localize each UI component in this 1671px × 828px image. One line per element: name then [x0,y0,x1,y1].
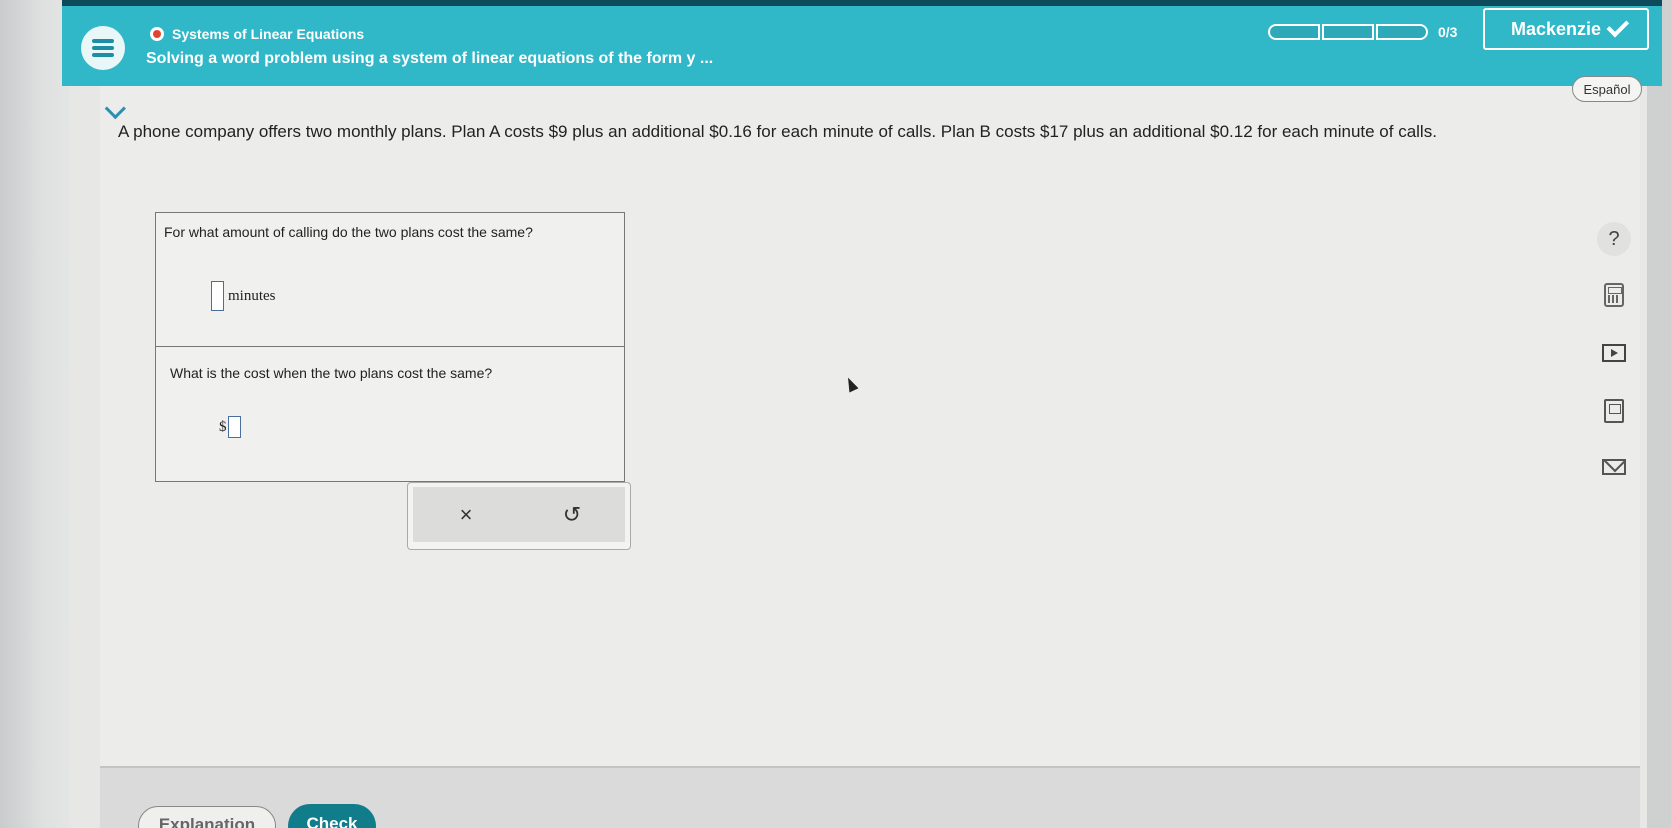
question-1-answer: minutes [211,281,276,311]
question-1-prompt: For what amount of calling do the two pl… [164,224,533,240]
dollar-prefix: $ [219,418,227,435]
topic-title: Systems of Linear Equations [172,26,365,42]
textbook-button[interactable] [1597,394,1631,428]
question-2-prompt: What is the cost when the two plans cost… [170,365,493,381]
language-button[interactable]: Español [1572,76,1642,102]
question-2-answer: $ [219,416,241,438]
progress-segment [1322,24,1374,40]
page-subtitle: Solving a word problem using a system of… [146,50,714,67]
question-box: For what amount of calling do the two pl… [155,212,625,482]
answer-action-bar: × ↺ [407,482,631,550]
message-icon [1602,459,1626,475]
problem-statement: A phone company offers two monthly plans… [118,122,1437,141]
right-edge [1647,0,1671,828]
progress-text: 0/3 [1438,24,1458,40]
minutes-input[interactable] [211,281,224,311]
action-bar-inner: × ↺ [413,487,625,542]
check-button[interactable]: Check [288,804,376,828]
video-button[interactable] [1597,336,1631,370]
menu-icon [92,46,114,50]
user-menu-button[interactable]: Mackenzie [1483,8,1649,50]
menu-icon [92,53,114,57]
progress-segment [1268,24,1320,40]
topic-row: Systems of Linear Equations [150,26,364,42]
screen: Systems of Linear Equations Solving a wo… [0,0,1671,828]
topic-status-icon [150,27,164,41]
divider [156,346,624,347]
clear-button[interactable]: × [441,502,491,528]
help-button[interactable]: ? [1597,222,1631,256]
progress-segment [1376,24,1428,40]
chevron-down-icon [1606,14,1630,38]
textbook-icon [1604,399,1624,423]
video-icon [1602,344,1626,362]
cost-input[interactable] [227,416,241,438]
calculator-button[interactable] [1597,278,1631,312]
user-name: Mackenzie [1510,18,1602,39]
message-button[interactable] [1597,450,1631,484]
left-edge [0,0,70,828]
minutes-unit: minutes [228,287,276,304]
menu-icon [92,39,114,43]
help-icon: ? [1608,227,1620,250]
header-bar [62,0,1662,86]
progress-bar: 0/3 [1268,24,1457,40]
explanation-button[interactable]: Explanation [138,806,276,828]
undo-button[interactable]: ↺ [547,502,597,528]
calculator-icon [1604,283,1624,307]
menu-button[interactable] [81,26,125,70]
